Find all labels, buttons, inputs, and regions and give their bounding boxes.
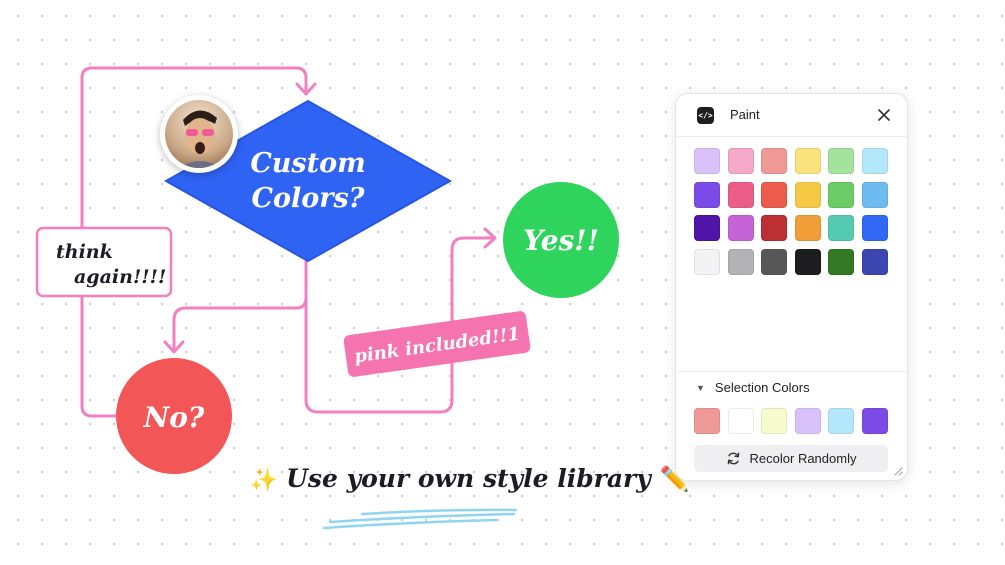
tagline: ✨ Use your own style library ✏️ <box>250 464 689 504</box>
close-icon[interactable] <box>875 106 893 124</box>
decision-label-line2: Colors? <box>251 183 365 214</box>
plugin-code-icon: </> <box>697 107 714 124</box>
color-swatch-4-6[interactable] <box>861 248 888 275</box>
yes-label: Yes!! <box>523 224 599 257</box>
color-swatch-4-4[interactable] <box>794 248 821 275</box>
color-swatch-1-5[interactable] <box>828 148 855 174</box>
avatar-portrait-icon <box>179 110 221 168</box>
selection-color-4[interactable] <box>794 408 821 434</box>
color-swatch-1-2[interactable] <box>727 148 754 174</box>
recolor-randomly-button[interactable]: Recolor Randomly <box>694 445 888 472</box>
think-again-line2: again!!!! <box>74 266 166 288</box>
panel-divider <box>676 371 907 372</box>
selection-color-6[interactable] <box>861 408 888 434</box>
refresh-icon <box>727 452 739 465</box>
color-swatch-4-3[interactable] <box>761 248 788 275</box>
recolor-randomly-label: Recolor Randomly <box>749 451 857 466</box>
selection-colors-row <box>694 408 890 434</box>
color-swatch-3-4[interactable] <box>794 215 821 241</box>
color-swatch-3-6[interactable] <box>861 215 888 241</box>
selection-color-1[interactable] <box>694 408 720 434</box>
think-again-line1: think <box>56 241 113 263</box>
selection-colors-header[interactable]: ▼ Selection Colors <box>696 380 810 398</box>
connector-decision-to-no[interactable] <box>172 260 308 352</box>
selection-color-3[interactable] <box>761 408 788 434</box>
close-button[interactable] <box>875 106 893 124</box>
selection-color-2[interactable] <box>727 408 754 434</box>
color-swatch-1-6[interactable] <box>861 148 888 174</box>
color-swatch-2-6[interactable] <box>861 181 888 208</box>
underline-scribble <box>322 508 518 530</box>
avatar <box>160 95 238 173</box>
color-swatch-3-1[interactable] <box>694 215 720 241</box>
selection-color-5[interactable] <box>828 408 855 434</box>
color-swatch-3-5[interactable] <box>828 215 855 241</box>
panel-title: Paint <box>730 107 760 122</box>
color-swatch-4-5[interactable] <box>828 248 855 275</box>
color-swatch-2-2[interactable] <box>727 181 754 208</box>
collapse-triangle-icon[interactable]: ▼ <box>696 383 705 393</box>
panel-header: </> Paint <box>676 94 907 137</box>
resize-handle-icon[interactable] <box>893 466 903 476</box>
color-swatch-2-1[interactable] <box>694 181 720 208</box>
color-swatch-4-1[interactable] <box>694 248 720 275</box>
decision-label-line1: Custom <box>250 148 365 179</box>
selection-colors-label: Selection Colors <box>714 380 810 395</box>
color-swatch-2-3[interactable] <box>761 181 788 208</box>
color-swatch-4-2[interactable] <box>727 248 754 275</box>
color-swatch-2-4[interactable] <box>794 181 821 208</box>
sparkles-icon: ✨ <box>250 467 278 493</box>
color-swatch-1-3[interactable] <box>761 148 788 174</box>
no-label: No? <box>143 401 205 434</box>
tagline-text: Use your own style library <box>286 464 651 493</box>
avatar-photo <box>165 100 233 168</box>
color-swatch-1-4[interactable] <box>794 148 821 174</box>
color-swatch-3-3[interactable] <box>761 215 788 241</box>
color-swatch-2-5[interactable] <box>828 181 855 208</box>
color-swatch-grid <box>694 148 890 275</box>
paint-panel: </> Paint ▼ Selection Colors Recolor Rand… <box>675 93 908 481</box>
color-swatch-3-2[interactable] <box>727 215 754 241</box>
color-swatch-1-1[interactable] <box>694 148 720 174</box>
